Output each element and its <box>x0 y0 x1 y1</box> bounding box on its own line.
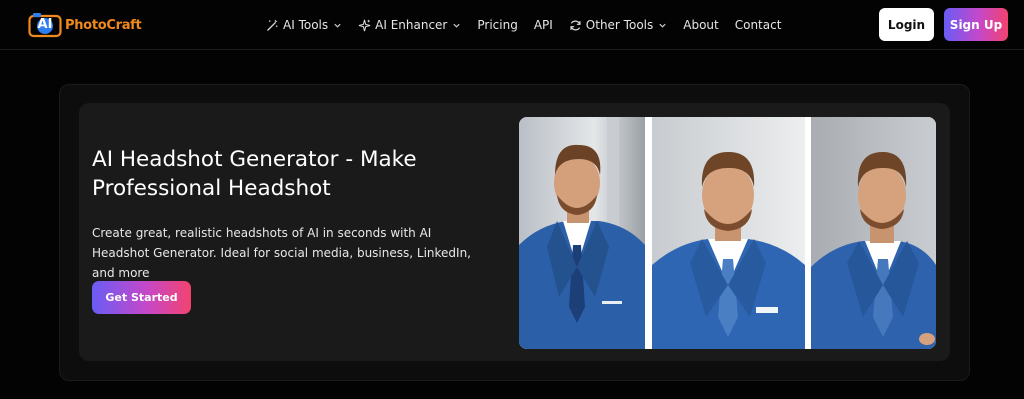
nav-label: Other Tools <box>585 18 654 32</box>
nav-pricing[interactable]: Pricing <box>477 18 517 32</box>
site-header: AI PhotoCraft AI Tools AI Enhancer Prici… <box>0 0 1024 50</box>
sparkle-icon <box>358 19 371 31</box>
nav-label: Pricing <box>477 18 518 32</box>
headshot-examples <box>519 117 936 349</box>
hero-title: AI Headshot Generator - Make Professiona… <box>92 147 417 201</box>
chevron-down-icon <box>334 23 341 28</box>
get-started-button[interactable]: Get Started <box>92 281 191 314</box>
nav-contact[interactable]: Contact <box>735 18 782 32</box>
headshot-image <box>811 117 936 349</box>
nav-label: AI Enhancer <box>375 18 448 32</box>
nav-label: Contact <box>734 18 782 32</box>
chevron-down-icon <box>453 23 460 28</box>
logo-text: PhotoCraft <box>65 17 142 33</box>
headshot-image <box>652 117 805 349</box>
headshot-image <box>519 117 645 349</box>
hero-description: Create great, realistic headshots of AI … <box>92 226 471 280</box>
camera-logo-icon: AI <box>28 12 62 38</box>
nav-api[interactable]: API <box>534 18 553 32</box>
refresh-icon <box>570 20 581 30</box>
main-nav: AI Tools AI Enhancer Pricing API Other T… <box>266 0 797 50</box>
nav-other-tools[interactable]: Other Tools <box>569 18 667 32</box>
nav-ai-tools[interactable]: AI Tools <box>266 18 342 32</box>
nav-label: AI Tools <box>283 18 329 32</box>
nav-label: API <box>533 18 553 32</box>
nav-ai-enhancer[interactable]: AI Enhancer <box>358 18 461 32</box>
magic-wand-icon <box>267 19 278 31</box>
chevron-down-icon <box>659 23 666 28</box>
login-button[interactable]: Login <box>879 8 934 41</box>
nav-label: About <box>683 18 719 32</box>
signup-button[interactable]: Sign Up <box>944 8 1008 41</box>
logo[interactable]: AI PhotoCraft <box>28 12 142 38</box>
nav-about[interactable]: About <box>683 18 718 32</box>
logo-badge-text: AI <box>37 17 53 32</box>
